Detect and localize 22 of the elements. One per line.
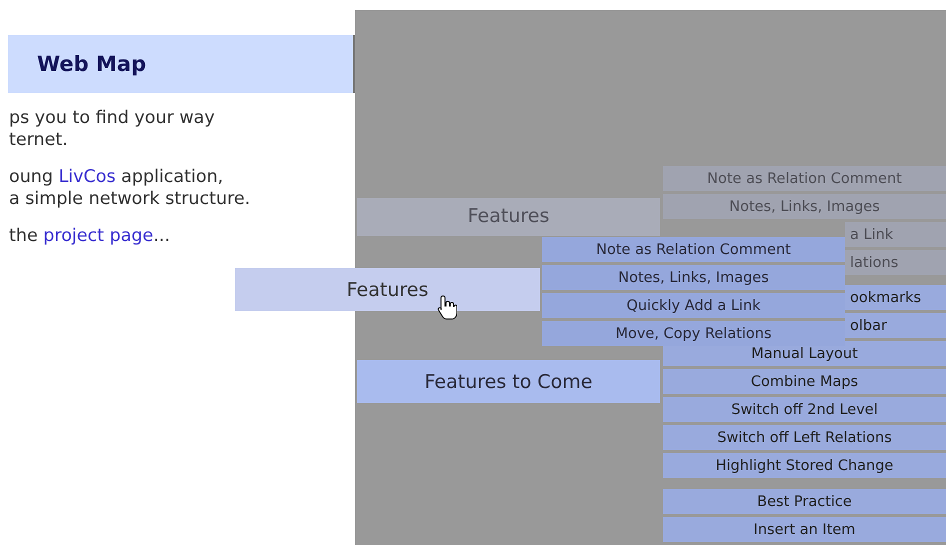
menu-item[interactable]: Combine Maps (663, 369, 946, 394)
menu-item[interactable]: Insert an Item (663, 517, 946, 542)
menu-item[interactable]: ookmarks (845, 285, 946, 310)
paragraph: oung LivCos application, a simple network structure. (9, 166, 252, 210)
map-node[interactable]: Features to Come (357, 360, 660, 403)
menu-item[interactable]: Notes, Links, Images (542, 265, 845, 290)
page-title: Web Map (37, 52, 146, 76)
paragraph: the project page... (9, 225, 172, 247)
link[interactable]: LivCos (58, 167, 116, 187)
menu-item[interactable]: Quickly Add a Link (542, 293, 845, 318)
menu-item[interactable]: Switch off 2nd Level (663, 397, 946, 422)
menu-item[interactable]: Move, Copy Relations (542, 321, 845, 346)
menu-item[interactable]: olbar (845, 313, 946, 338)
paragraph: ps you to find your way ternet. (9, 107, 216, 151)
menu-item[interactable]: Note as Relation Comment (542, 237, 845, 262)
menu-item[interactable]: Highlight Stored Change (663, 453, 946, 478)
hand-cursor-icon (437, 294, 457, 322)
map-node[interactable]: Features (235, 268, 540, 311)
menu-item[interactable]: Best Practice (663, 489, 946, 514)
menu-item[interactable]: Switch off Left Relations (663, 425, 946, 450)
link[interactable]: project page (43, 226, 154, 246)
map-node[interactable]: Features (357, 198, 660, 236)
